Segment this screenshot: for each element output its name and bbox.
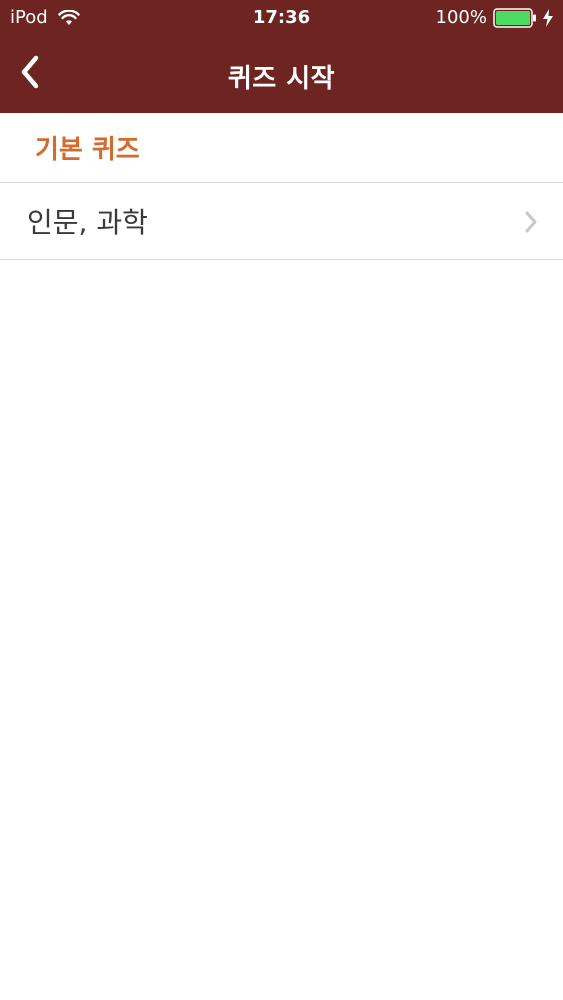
list-item-label: 인문, 과학	[27, 206, 148, 239]
status-right: 100%	[436, 7, 553, 28]
chevron-right-icon	[523, 210, 539, 234]
status-bar: iPod 17:36 100%	[0, 0, 563, 38]
battery-icon	[493, 7, 537, 28]
top-bar: iPod 17:36 100% 퀴즈 시작	[0, 0, 563, 113]
section-header: 기본 퀴즈	[0, 113, 563, 183]
list-item[interactable]: 인문, 과학	[0, 183, 563, 260]
quiz-list: 기본 퀴즈 인문, 과학	[0, 113, 563, 1000]
navigation-bar: 퀴즈 시작	[0, 38, 563, 113]
charging-bolt-icon	[543, 8, 553, 27]
battery-fill	[496, 10, 530, 25]
page-title: 퀴즈 시작	[227, 64, 336, 94]
battery-percent: 100%	[435, 7, 487, 28]
